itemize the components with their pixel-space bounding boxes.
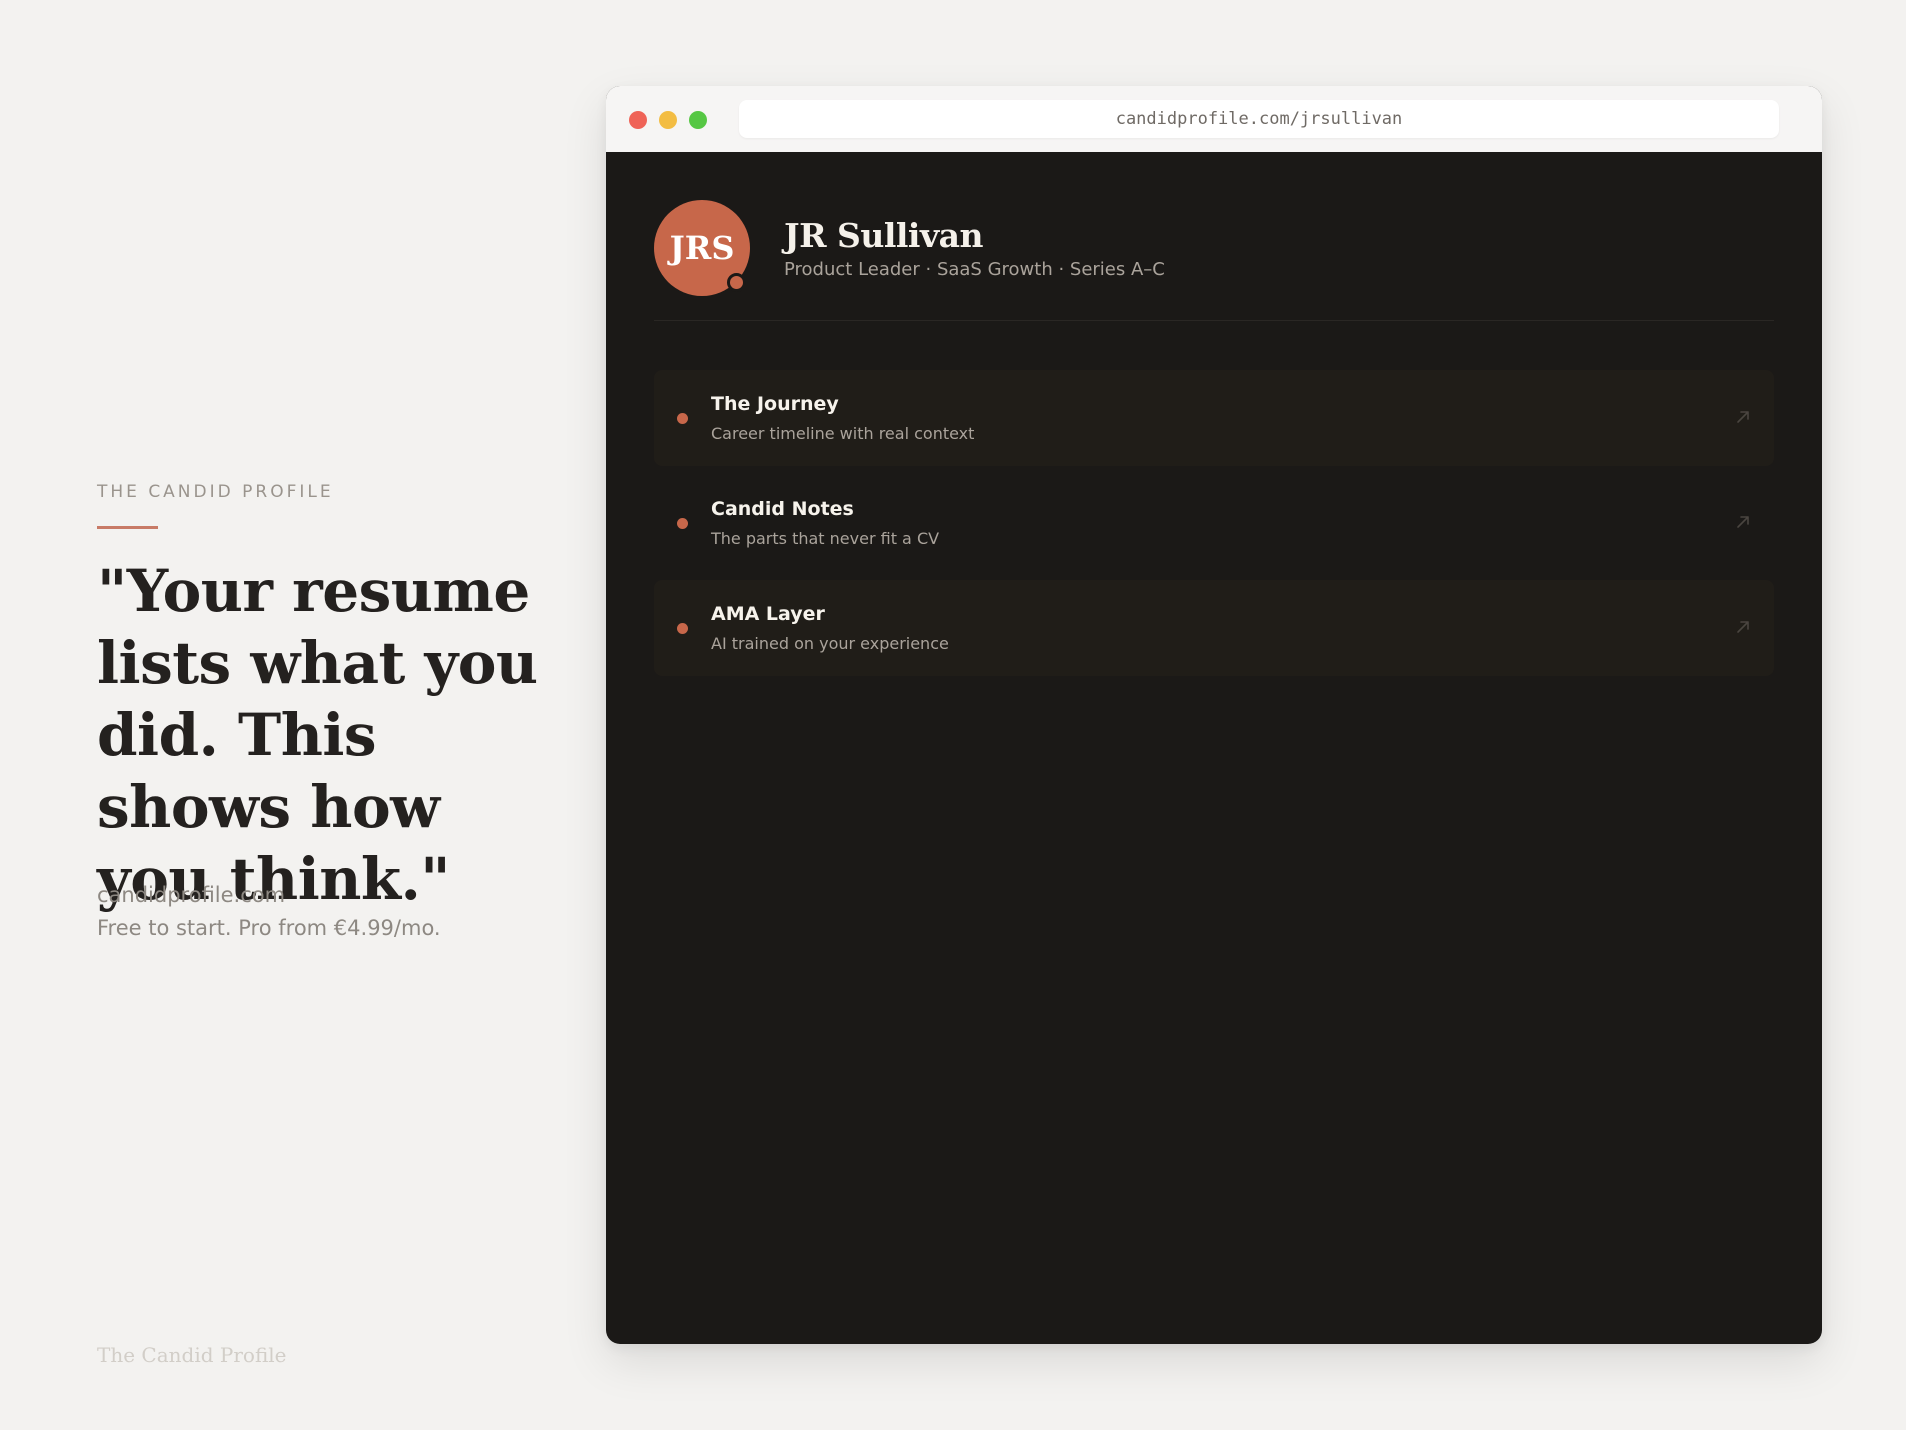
maximize-window-button[interactable]: [689, 111, 707, 129]
avatar-initials: JRS: [669, 229, 735, 267]
minimize-window-button[interactable]: [659, 111, 677, 129]
link-card-title: Candid Notes: [711, 498, 854, 520]
bullet-dot-icon: [677, 413, 688, 424]
eyebrow-label: THE CANDID PROFILE: [97, 482, 334, 502]
link-card-subtitle: The parts that never fit a CV: [711, 529, 940, 548]
profile-tagline: Product Leader · SaaS Growth · Series A–…: [784, 259, 1165, 280]
link-card-subtitle: Career timeline with real context: [711, 424, 975, 443]
link-card-subtitle: AI trained on your experience: [711, 634, 949, 653]
link-card-title: The Journey: [711, 393, 839, 415]
bullet-dot-icon: [677, 623, 688, 634]
link-card-candid-notes[interactable]: Candid Notes The parts that never fit a …: [654, 475, 1774, 571]
link-card-journey[interactable]: The Journey Career timeline with real co…: [654, 370, 1774, 466]
footer-brand: The Candid Profile: [97, 1343, 287, 1367]
address-bar[interactable]: candidprofile.com/jrsullivan: [739, 100, 1779, 138]
arrow-up-right-icon: [1734, 513, 1752, 531]
profile-links: The Journey Career timeline with real co…: [654, 370, 1774, 685]
pricing-text: Free to start. Pro from €4.99/mo.: [97, 916, 441, 940]
browser-window: candidprofile.com/jrsullivan JRS JR Sull…: [606, 86, 1822, 1344]
profile-name: JR Sullivan: [784, 216, 984, 255]
close-window-button[interactable]: [629, 111, 647, 129]
browser-toolbar: candidprofile.com/jrsullivan: [606, 86, 1822, 152]
promo-panel: THE CANDID PROFILE "Your resume lists wh…: [97, 0, 567, 1430]
bullet-dot-icon: [677, 518, 688, 529]
status-indicator-icon: [727, 273, 746, 292]
profile-header: JRS JR Sullivan Product Leader · SaaS Gr…: [654, 200, 1774, 321]
accent-rule: [97, 526, 158, 529]
address-url: candidprofile.com/jrsullivan: [1115, 109, 1403, 129]
arrow-up-right-icon: [1734, 408, 1752, 426]
arrow-up-right-icon: [1734, 618, 1752, 636]
site-link[interactable]: candidprofile.com: [97, 883, 285, 907]
link-card-ama-layer[interactable]: AMA Layer AI trained on your experience: [654, 580, 1774, 676]
link-card-title: AMA Layer: [711, 603, 825, 625]
hero-quote: "Your resume lists what you did. This sh…: [97, 557, 538, 913]
